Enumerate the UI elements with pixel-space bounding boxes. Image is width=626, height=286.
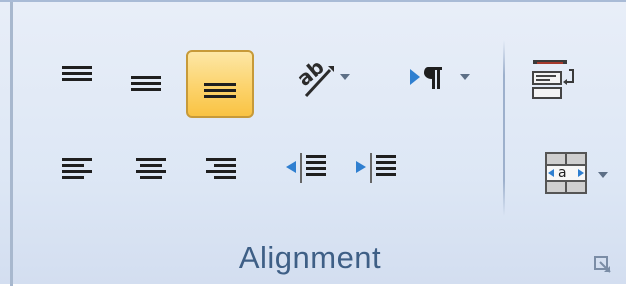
- orientation-button[interactable]: ab: [276, 46, 356, 108]
- align-left-button[interactable]: [46, 138, 108, 200]
- text-direction-dropdown-arrow[interactable]: [460, 74, 470, 80]
- bottom-align-button[interactable]: [186, 50, 254, 118]
- align-middle-icon: [131, 76, 161, 91]
- decrease-indent-icon: [286, 153, 326, 183]
- align-right-button[interactable]: [190, 138, 252, 200]
- increase-indent-icon: [356, 153, 396, 183]
- group-label: Alignment: [238, 240, 382, 275]
- top-align-button[interactable]: [46, 44, 108, 106]
- increase-indent-button[interactable]: [342, 136, 412, 198]
- svg-text:ab: ab: [292, 55, 329, 91]
- merge-center-button[interactable]: a: [522, 136, 614, 210]
- wrap-text-button[interactable]: [522, 50, 586, 108]
- center-button[interactable]: [120, 138, 182, 200]
- merge-center-dropdown-arrow[interactable]: [598, 172, 608, 178]
- text-orientation-icon: ab: [292, 55, 334, 98]
- paragraph-direction-icon: [410, 67, 442, 89]
- svg-text:a: a: [558, 165, 567, 181]
- align-center-icon: [136, 158, 166, 179]
- middle-align-button[interactable]: [115, 52, 177, 114]
- orientation-dropdown-arrow[interactable]: [340, 74, 350, 80]
- wrap-text-icon: [532, 60, 574, 99]
- dialog-launcher-icon[interactable]: [594, 256, 612, 274]
- decrease-indent-button[interactable]: [272, 136, 342, 198]
- align-right-icon: [206, 158, 236, 179]
- alignment-group: ab a Alignment: [0, 0, 626, 286]
- text-direction-button[interactable]: [384, 46, 480, 108]
- align-left-icon: [62, 158, 92, 179]
- group-divider: [503, 40, 505, 216]
- merge-center-icon: a: [545, 152, 587, 194]
- align-bottom-icon: [204, 83, 236, 98]
- group-left-edge: [10, 2, 13, 286]
- align-top-icon: [62, 66, 92, 81]
